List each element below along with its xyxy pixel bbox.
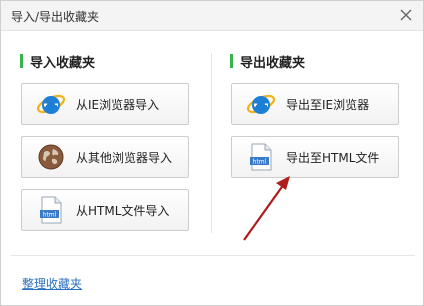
close-icon	[400, 9, 412, 21]
ie-icon	[36, 89, 66, 119]
html-file-icon: html	[36, 195, 66, 225]
section-accent-bar	[230, 54, 233, 68]
section-accent-bar	[20, 54, 23, 68]
import-from-ie-label: 从IE浏览器导入	[76, 97, 160, 112]
import-section-heading: 导入收藏夹	[20, 53, 96, 71]
svg-text:html: html	[43, 212, 57, 219]
favorites-import-export-dialog: 导入/导出收藏夹 导入收藏夹 从IE浏览器导入 从其他浏览器导入 html 从H…	[0, 0, 424, 306]
export-section-label: 导出收藏夹	[240, 55, 306, 71]
import-from-ie-button[interactable]: 从IE浏览器导入	[21, 83, 189, 125]
svg-text:html: html	[253, 159, 267, 166]
globe-icon	[36, 142, 66, 172]
organize-favorites-link[interactable]: 整理收藏夹	[22, 275, 82, 292]
import-from-other-browser-label: 从其他浏览器导入	[76, 150, 173, 165]
close-button[interactable]	[397, 6, 415, 24]
import-from-other-browser-button[interactable]: 从其他浏览器导入	[21, 136, 189, 178]
import-from-html-label: 从HTML文件导入	[76, 203, 170, 218]
import-section-label: 导入收藏夹	[30, 55, 96, 71]
section-divider	[211, 53, 212, 233]
ie-icon	[246, 89, 276, 119]
export-to-html-button[interactable]: html 导出至HTML文件	[231, 136, 399, 178]
export-to-ie-button[interactable]: 导出至IE浏览器	[231, 83, 399, 125]
dialog-title: 导入/导出收藏夹	[11, 10, 100, 24]
import-from-html-button[interactable]: html 从HTML文件导入	[21, 189, 189, 231]
export-section-heading: 导出收藏夹	[230, 53, 306, 71]
export-to-html-label: 导出至HTML文件	[286, 150, 380, 165]
title-bar: 导入/导出收藏夹	[1, 1, 423, 31]
footer-divider	[11, 255, 415, 256]
export-to-ie-label: 导出至IE浏览器	[286, 97, 370, 112]
html-file-icon: html	[246, 142, 276, 172]
